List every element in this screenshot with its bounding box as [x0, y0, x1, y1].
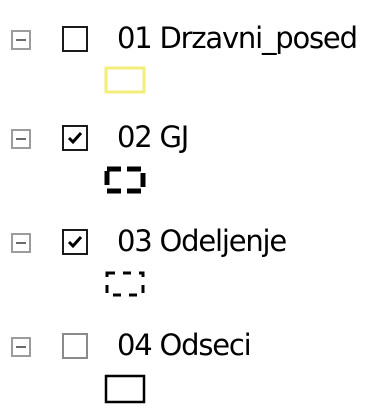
- layer-visibility-checkbox[interactable]: [62, 229, 88, 255]
- yellow-outline-polygon-icon: [102, 64, 148, 96]
- collapse-icon[interactable]: [11, 233, 31, 253]
- layer-visibility-checkbox[interactable]: [62, 26, 88, 52]
- layer-row-drzavni-posed: 01 Drzavni_posed: [0, 16, 387, 62]
- layer-name: 04 Odseci: [117, 328, 252, 362]
- collapse-icon[interactable]: [11, 337, 31, 357]
- layer-row-gj: 02 GJ: [0, 115, 387, 161]
- checkmark-icon: [67, 236, 83, 249]
- layer-name: 03 Odeljenje: [117, 224, 287, 258]
- layer-name: 01 Drzavni_posed: [117, 21, 358, 55]
- layer-visibility-checkbox[interactable]: [62, 333, 88, 359]
- table-of-contents: 01 Drzavni_posed 02 GJ 03 Odeljenje 04 O…: [0, 0, 387, 408]
- solid-outline-polygon-icon: [102, 372, 148, 404]
- collapse-icon[interactable]: [11, 129, 31, 149]
- collapse-icon[interactable]: [11, 30, 31, 50]
- checkmark-icon: [67, 132, 83, 145]
- layer-row-odeljenje: 03 Odeljenje: [0, 219, 387, 265]
- thin-dashed-polygon-icon: [102, 268, 148, 300]
- layer-row-odseci: 04 Odseci: [0, 323, 387, 369]
- thick-dashed-polygon-icon: [102, 164, 148, 196]
- layer-visibility-checkbox[interactable]: [62, 125, 88, 151]
- layer-name: 02 GJ: [117, 120, 189, 154]
